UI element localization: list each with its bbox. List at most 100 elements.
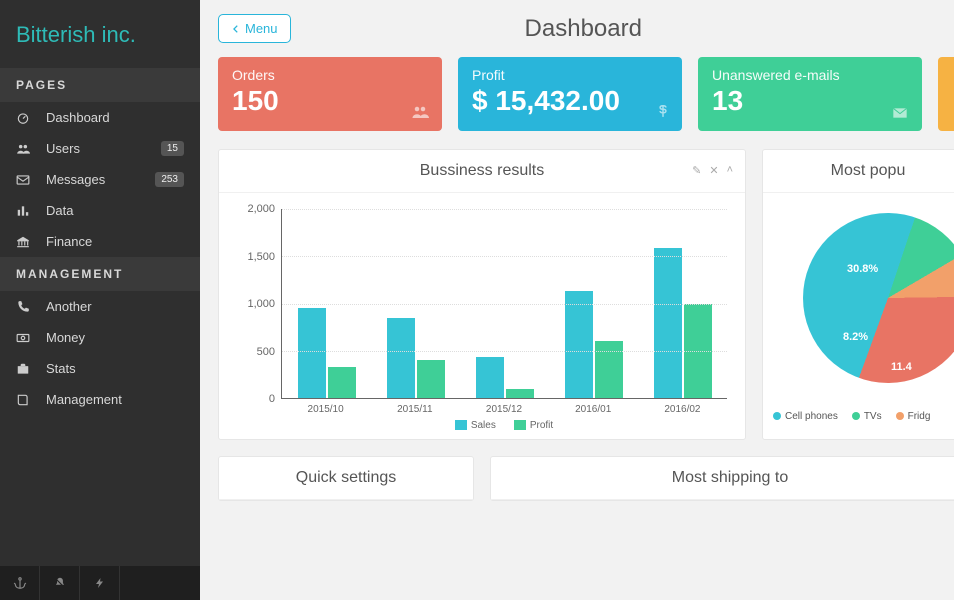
panel-tools: ✎ ✕ ˄ [692,164,733,177]
panel-title-text: Quick settings [296,469,396,486]
panel-title-text: Most popu [831,162,906,179]
card-value: 150 [232,85,428,117]
book-icon [16,393,36,407]
panel-business-results: Bussiness results ✎ ✕ ˄ 0 500 1,000 1,500 2,… [218,149,746,440]
sidebar-item-label: Another [46,299,92,314]
sidebar-badge: 253 [155,172,184,187]
x-label: 2015/12 [459,404,548,415]
sidebar-item-finance[interactable]: Finance [0,226,200,257]
sidebar-item-label: Finance [46,234,92,249]
sidebar-badge: 15 [161,141,184,156]
sidebar-item-label: Messages [46,172,105,187]
card-value: 13 [712,85,908,117]
sidebar-item-users[interactable]: Users 15 [0,133,200,164]
card-label: Unanswered e-mails [712,67,908,83]
sidebar-item-another[interactable]: Another [0,291,200,322]
sidebar: Bitterish inc. PAGES Dashboard Users 15 … [0,0,200,600]
sidebar-item-label: Stats [46,361,76,376]
pie-legend-item: TVs [852,411,882,422]
page-title: Dashboard [231,15,936,43]
sidebar-item-label: Data [46,203,73,218]
brand-title: Bitterish inc. [0,0,200,68]
sidebar-item-messages[interactable]: Messages 253 [0,164,200,195]
x-label: 2015/10 [281,404,370,415]
sidebar-item-label: Money [46,330,85,345]
x-label: 2016/01 [549,404,638,415]
sidebar-item-data[interactable]: Data [0,195,200,226]
briefcase-icon [16,362,36,376]
bar-sales [565,291,593,398]
sidebar-item-management[interactable]: Management [0,384,200,415]
panels-row-2: Quick settings Most shipping to [218,456,954,501]
chevron-up-icon[interactable]: ˄ [727,164,733,177]
panel-most-popular: Most popu 30.8% 8.2% 11.4 Cell phones TVs Fr… [762,149,954,440]
card-profit[interactable]: Profit $ 15,432.00 [458,57,682,131]
y-tick: 1,000 [247,298,275,310]
x-label: 2015/11 [370,404,459,415]
card-label: Profit [472,67,668,83]
panel-title: Quick settings [219,457,473,500]
bar-profit [328,367,356,398]
bank-icon [16,235,36,249]
sidebar-section-management: MANAGEMENT [0,257,200,291]
y-tick: 0 [269,393,275,405]
pie-slice-label: 30.8% [847,263,878,275]
bell-slash-icon[interactable] [40,566,80,600]
card-partial[interactable] [938,57,954,131]
card-orders[interactable]: Orders 150 [218,57,442,131]
users-icon [16,142,36,156]
pie-chart: 30.8% 8.2% 11.4 [763,203,954,403]
stat-cards-row: Orders 150 Profit $ 15,432.00 Unanswered… [218,57,954,131]
anchor-icon[interactable] [0,566,40,600]
panel-most-shipping: Most shipping to [490,456,954,501]
sidebar-item-label: Dashboard [46,110,110,125]
card-emails[interactable]: Unanswered e-mails 13 [698,57,922,131]
main-content: Menu Dashboard Orders 150 Profit $ 15,43… [200,0,954,600]
sidebar-item-label: Users [46,141,80,156]
bar-sales [654,248,682,398]
sidebar-item-label: Management [46,392,122,407]
users-icon [410,103,430,121]
envelope-icon [16,173,36,187]
bar-sales [387,318,415,398]
pie-legend: Cell phones TVs Fridg [773,411,954,422]
y-tick: 500 [257,346,275,358]
close-icon[interactable]: ✕ [709,164,718,177]
sidebar-item-stats[interactable]: Stats [0,353,200,384]
sidebar-item-dashboard[interactable]: Dashboard [0,102,200,133]
dollar-icon [656,101,670,121]
panel-title: Bussiness results ✎ ✕ ˄ [219,150,745,193]
panel-title-text: Most shipping to [672,469,789,486]
gauge-icon [16,111,36,125]
pie-slice-label: 8.2% [843,331,868,343]
panels-row-1: Bussiness results ✎ ✕ ˄ 0 500 1,000 1,500 2,… [218,149,954,440]
panel-quick-settings: Quick settings [218,456,474,501]
bar-chart-icon [16,204,36,218]
legend-item: Profit [514,420,553,431]
phone-icon [16,300,36,314]
bar-profit [506,389,534,398]
pie-slice-label: 11.4 [891,361,912,373]
sidebar-footer [0,566,200,600]
card-label: Orders [232,67,428,83]
panel-title: Most popu [763,150,954,193]
header-row: Menu Dashboard [218,14,954,43]
envelope-icon [890,105,910,121]
panel-title-text: Bussiness results [420,162,545,179]
y-tick: 1,500 [247,251,275,263]
wrench-icon[interactable]: ✎ [692,164,701,177]
legend-item: Sales [455,420,496,431]
pie-legend-item: Fridg [896,411,931,422]
money-icon [16,331,36,345]
panel-title: Most shipping to [491,457,954,500]
y-tick: 2,000 [247,203,275,215]
bar-profit [417,360,445,398]
bolt-icon[interactable] [80,566,120,600]
sidebar-item-money[interactable]: Money [0,322,200,353]
bar-sales [476,357,504,398]
sidebar-section-pages: PAGES [0,68,200,102]
x-label: 2016/02 [638,404,727,415]
card-value: $ 15,432.00 [472,85,668,117]
bar-chart: 05001,0001,5002,000 2015/102015/112015/1… [237,209,727,429]
pie-legend-item: Cell phones [773,411,838,422]
